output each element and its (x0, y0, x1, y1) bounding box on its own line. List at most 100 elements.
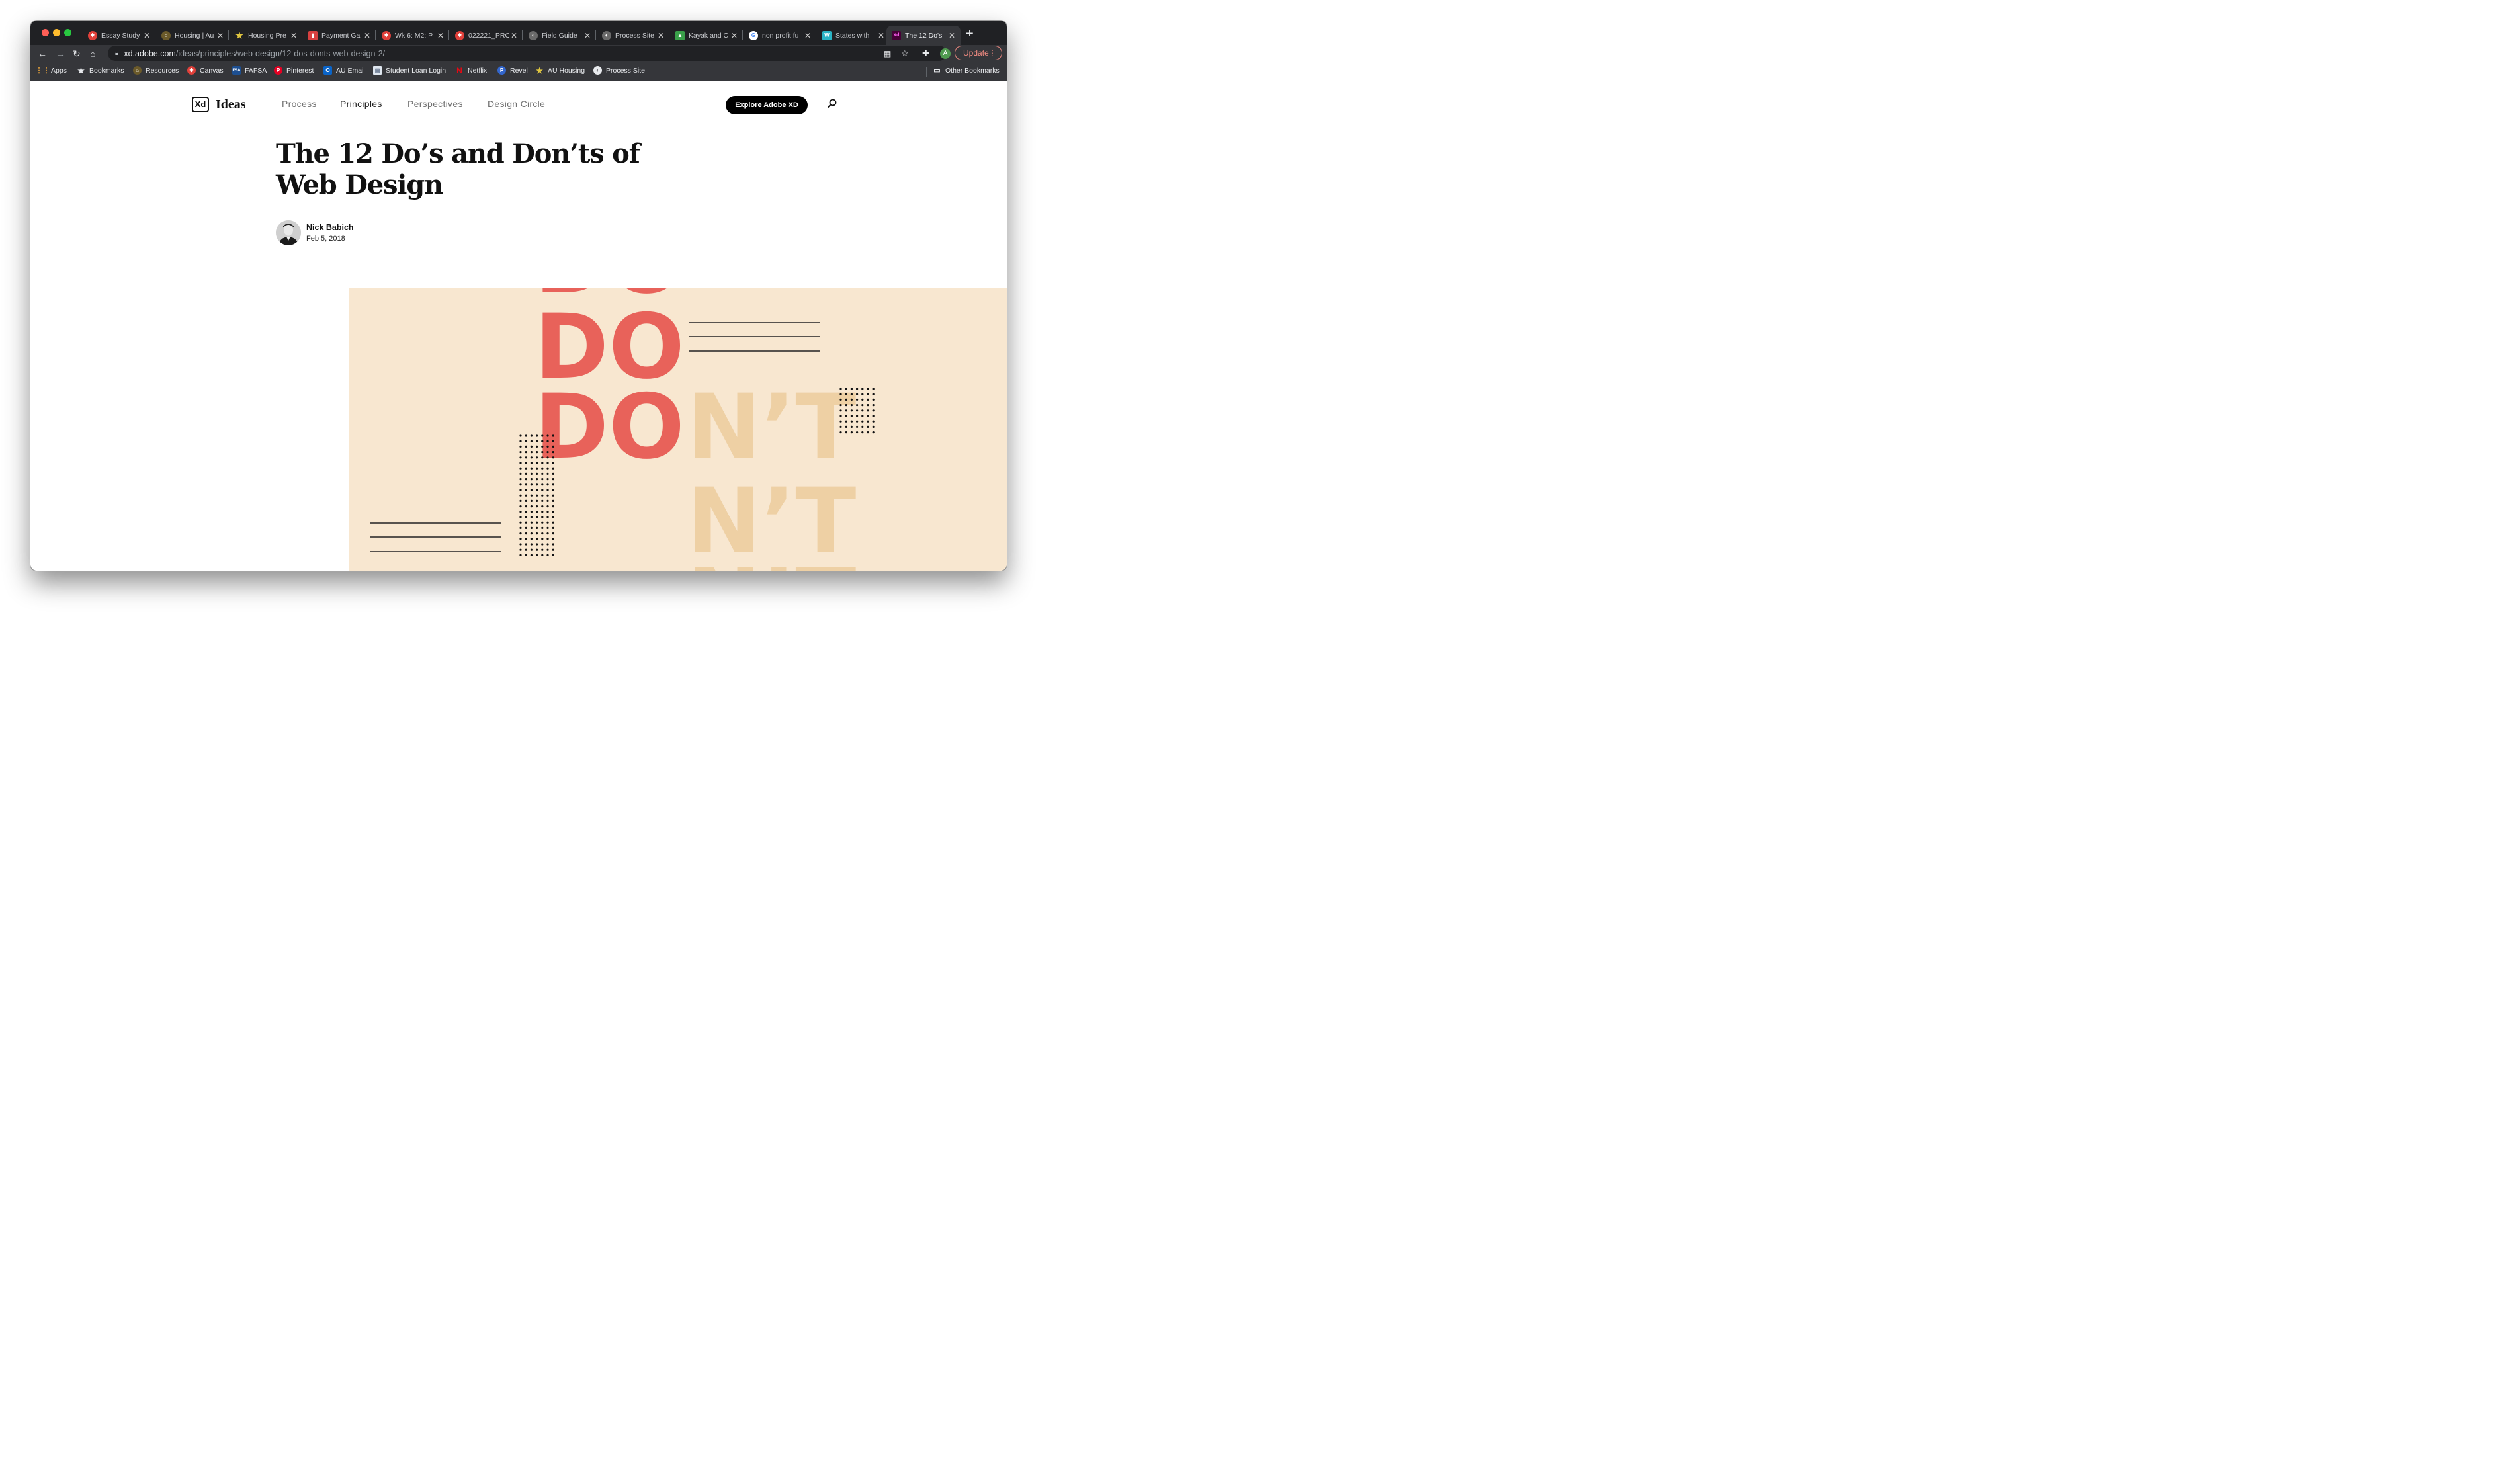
nav-perspectives[interactable]: Perspectives (407, 99, 463, 109)
bookmark-pinterest[interactable]: P Pinterest (274, 66, 314, 75)
qr-code-icon[interactable]: ▦ (884, 48, 891, 59)
close-icon[interactable]: ✕ (656, 31, 665, 40)
author-avatar[interactable] (276, 220, 301, 245)
bookmark-star-icon[interactable]: ☆ (901, 48, 909, 59)
dot (525, 532, 527, 535)
update-button[interactable]: Update ⋮ (955, 46, 1002, 60)
dot (525, 434, 527, 437)
tab-payment-gateway[interactable]: ▮ Payment Ga ✕ (303, 26, 376, 45)
lock-icon[interactable]: 🔒︎ (115, 50, 118, 57)
dot (525, 511, 527, 513)
bookmark-au-housing[interactable]: ★ AU Housing (535, 66, 585, 75)
dot (546, 478, 549, 481)
new-tab-icon[interactable]: + (966, 27, 974, 40)
close-icon[interactable]: ✕ (363, 31, 372, 40)
close-icon[interactable]: ✕ (509, 31, 519, 40)
tab-states-with[interactable]: W States with ✕ (817, 26, 890, 45)
bookmark-au-email[interactable]: O AU Email (323, 66, 365, 75)
dot (530, 467, 533, 470)
dot (541, 499, 544, 502)
reload-icon[interactable]: ↻ (73, 48, 81, 60)
dot (519, 445, 522, 448)
dot (872, 398, 875, 401)
close-icon[interactable]: ✕ (730, 31, 739, 40)
profile-avatar[interactable]: A (940, 48, 951, 59)
nav-process[interactable]: Process (282, 99, 317, 109)
dot (519, 434, 522, 437)
tab-022221[interactable]: ✱ 022221_PRO ✕ (450, 26, 523, 45)
bookmark-label: Canvas (200, 66, 224, 75)
bookmark-canvas[interactable]: ✱ Canvas (187, 66, 224, 75)
close-icon[interactable]: ✕ (142, 31, 151, 40)
bookmark-fafsa[interactable]: FSA FAFSA (232, 66, 267, 75)
dot (519, 478, 522, 481)
dot (546, 526, 549, 529)
dot (552, 445, 554, 448)
tab-housing-pre[interactable]: ★ Housing Pre ✕ (230, 26, 302, 45)
tab-essay-study[interactable]: ✱ Essay Study ✕ (83, 26, 155, 45)
close-icon[interactable]: ✕ (289, 31, 298, 40)
tab-process-site[interactable]: ◐ Process Site ✕ (597, 26, 669, 45)
tab-label: The 12 Do's (905, 31, 943, 40)
dot (525, 478, 527, 481)
adobe-xd-favicon-icon: Xd (892, 30, 901, 40)
zoom-window-button[interactable] (64, 29, 71, 36)
close-icon[interactable]: ✕ (216, 31, 225, 40)
tab-field-guide[interactable]: ◐ Field Guide ✕ (523, 26, 596, 45)
xd-ideas-logo[interactable]: Xd Ideas (192, 97, 246, 112)
bookmark-netflix[interactable]: N Netflix (455, 66, 487, 75)
address-bar[interactable]: 🔒︎ xd.adobe.com/ideas/principles/web-des… (108, 46, 947, 61)
dot (867, 409, 869, 412)
search-icon[interactable] (826, 98, 838, 110)
update-label: Update (963, 48, 989, 58)
nav-design-circle[interactable]: Design Circle (488, 99, 545, 109)
forward-arrow-icon[interactable]: → (56, 48, 65, 60)
bookmark-resources[interactable]: ⌂ Resources (133, 66, 179, 75)
globe-favicon-icon: ◐ (602, 30, 611, 40)
tab-housing-au[interactable]: ⌂ Housing | Au ✕ (156, 26, 229, 45)
bookmark-revel[interactable]: P Revel (497, 66, 528, 75)
dot (530, 456, 533, 459)
tab-12-dos[interactable]: Xd The 12 Do's ✕ (886, 26, 961, 45)
bookmark-apps[interactable]: ⋮⋮ Apps (36, 66, 67, 75)
dot (867, 388, 869, 390)
dot (552, 456, 554, 459)
close-icon[interactable]: ✕ (803, 31, 812, 40)
author-name[interactable]: Nick Babich (306, 223, 354, 232)
bookmark-bookmarks[interactable]: ★ Bookmarks (77, 66, 124, 75)
dot (530, 478, 533, 481)
dot (525, 467, 527, 470)
dot (552, 499, 554, 502)
close-icon[interactable]: ✕ (436, 31, 445, 40)
bookmark-process-site[interactable]: ◐ Process Site (593, 66, 645, 75)
star-favicon-icon: ★ (235, 30, 243, 40)
dot (867, 393, 869, 395)
close-icon[interactable]: ✕ (947, 31, 957, 40)
dot (867, 398, 869, 401)
dot (536, 532, 538, 535)
extensions-puzzle-icon[interactable]: ✚ (922, 48, 929, 59)
dot (845, 425, 847, 428)
back-arrow-icon[interactable]: ← (38, 48, 47, 60)
article-title: The 12 Do’s and Don’ts of Web Design (276, 138, 640, 200)
tab-wk6[interactable]: ✱ Wk 6: M2: P ✕ (376, 26, 449, 45)
bookmark-other[interactable]: ▭ Other Bookmarks (933, 66, 999, 75)
dot (519, 521, 522, 524)
more-menu-icon[interactable]: ⋮ (988, 46, 996, 60)
dot (867, 404, 869, 407)
canvas-icon: ✱ (187, 66, 196, 75)
nav-principles[interactable]: Principles (340, 99, 382, 109)
close-icon[interactable]: ✕ (876, 31, 886, 40)
home-icon[interactable]: ⌂ (90, 48, 95, 60)
dot (861, 431, 864, 434)
tab-non-profit[interactable]: G non profit fu ✕ (744, 26, 816, 45)
close-window-button[interactable] (42, 29, 49, 36)
dot (530, 445, 533, 448)
tab-kayak[interactable]: ▲ Kayak and C ✕ (670, 26, 743, 45)
bookmark-student-loan[interactable]: ▤ Student Loan Login (373, 66, 446, 75)
close-icon[interactable]: ✕ (583, 31, 592, 40)
dot (872, 404, 875, 407)
explore-adobe-xd-button[interactable]: Explore Adobe XD (726, 96, 808, 114)
minimize-window-button[interactable] (53, 29, 60, 36)
bookmarks-divider (926, 67, 927, 77)
